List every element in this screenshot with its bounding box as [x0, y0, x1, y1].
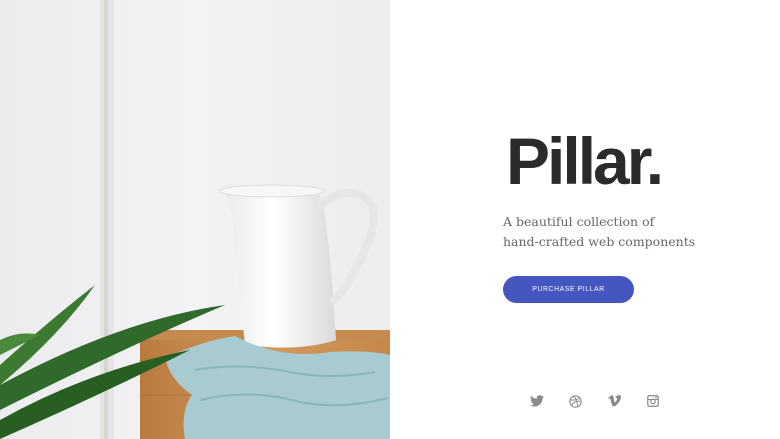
vimeo-link[interactable]	[608, 395, 647, 409]
purchase-button[interactable]: PURCHASE PILLAR	[503, 276, 634, 303]
brand-title: Pillar.	[506, 124, 664, 198]
dribbble-icon	[569, 395, 582, 408]
instagram-icon	[647, 395, 659, 407]
hero-photo	[0, 0, 390, 439]
instagram-link[interactable]	[647, 395, 686, 409]
twitter-link[interactable]	[530, 395, 569, 409]
tagline-line-2: hand-crafted web components	[503, 234, 696, 249]
twitter-icon	[530, 395, 544, 407]
vimeo-icon	[608, 395, 621, 407]
dribbble-link[interactable]	[569, 395, 608, 409]
tagline: A beautiful collection of hand-crafted w…	[503, 212, 743, 252]
tagline-line-1: A beautiful collection of	[503, 214, 655, 229]
hero-content: Pillar. A beautiful collection of hand-c…	[390, 0, 780, 439]
social-links	[530, 395, 686, 409]
